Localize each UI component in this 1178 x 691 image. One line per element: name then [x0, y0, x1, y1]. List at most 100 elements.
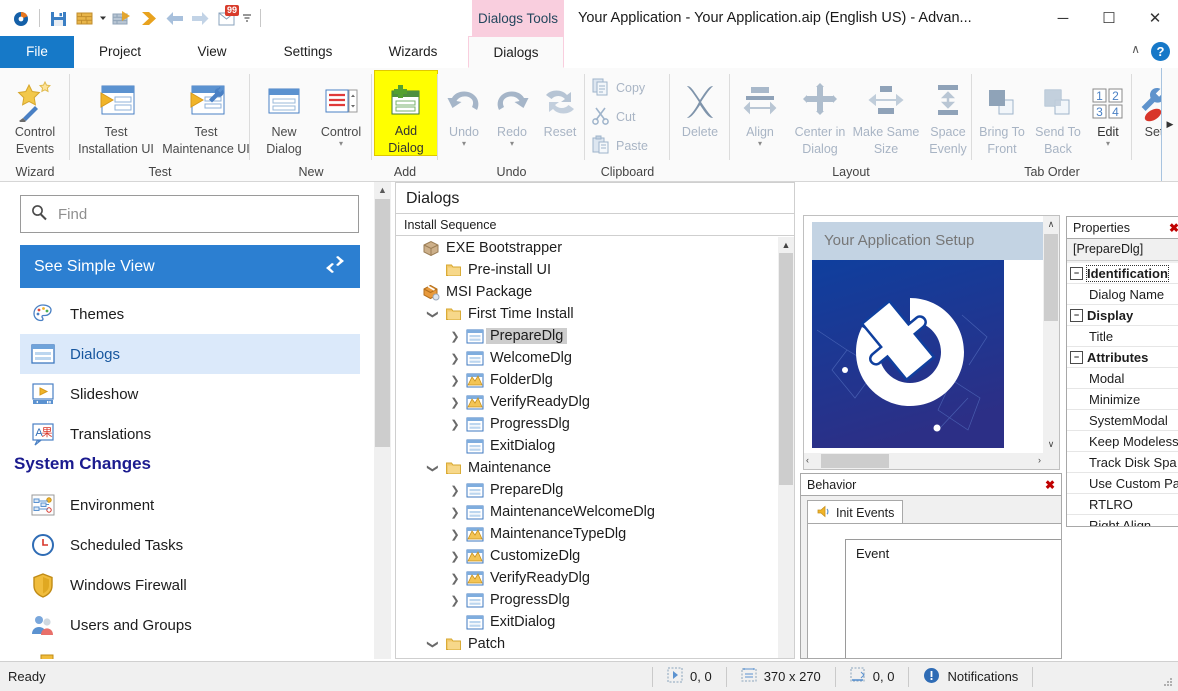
tree-expander-collapsed-icon[interactable]: ❯: [446, 418, 464, 431]
undo-dropdown-caret[interactable]: ▾: [440, 139, 488, 148]
collapse-minus-icon[interactable]: −: [1070, 266, 1083, 280]
find-box[interactable]: [20, 195, 359, 233]
tree-expander-collapsed-icon[interactable]: ❯: [446, 594, 464, 607]
run-icon[interactable]: [135, 4, 161, 32]
tree-node[interactable]: ❯ PrepareDlg: [396, 479, 794, 501]
tree-expander-collapsed-icon[interactable]: ❯: [446, 330, 464, 343]
property-row[interactable]: RTLRO: [1067, 494, 1178, 515]
tree-expander-collapsed-icon[interactable]: ❯: [446, 528, 464, 541]
behavior-close-icon[interactable]: ✖: [1045, 478, 1055, 492]
qat-more-caret[interactable]: [239, 4, 255, 32]
sidebar-scroll-track[interactable]: [375, 464, 390, 659]
preview-v-thumb[interactable]: [1044, 234, 1058, 321]
tree-scrollbar[interactable]: ▲: [778, 237, 794, 658]
cut-button[interactable]: Cut: [591, 105, 635, 129]
back-icon[interactable]: [161, 4, 187, 32]
tree-node[interactable]: ❯ Patch: [396, 633, 794, 655]
tree-node[interactable]: ExitDialog: [396, 435, 794, 457]
property-row[interactable]: Dialog Name: [1067, 284, 1178, 305]
tree-node[interactable]: ❯ VerifyReadyDlg: [396, 567, 794, 589]
control-button[interactable]: Control ▾: [312, 72, 370, 148]
build-all-icon[interactable]: [109, 4, 135, 32]
sidebar-item-users-and-groups[interactable]: Users and Groups: [20, 605, 360, 645]
preview-scroll-down-arrow[interactable]: ∨: [1043, 439, 1059, 450]
tree-expander-collapsed-icon[interactable]: ❯: [446, 572, 464, 585]
preview-vertical-scrollbar[interactable]: ∧ ∨: [1043, 216, 1059, 453]
tree-node[interactable]: ❯ Maintenance: [396, 457, 794, 479]
delete-button[interactable]: Delete: [670, 72, 730, 139]
tree-node[interactable]: ❯ PrepareDlg: [396, 325, 794, 347]
tree-expander-collapsed-icon[interactable]: ❯: [446, 396, 464, 409]
tree-scroll-thumb[interactable]: [779, 253, 793, 485]
property-row[interactable]: Track Disk Spa: [1067, 452, 1178, 473]
sidebar-item-windows-firewall[interactable]: Windows Firewall: [20, 565, 360, 605]
tree-node[interactable]: ❯ VerifyReadyDlg: [396, 391, 794, 413]
see-simple-view-button[interactable]: See Simple View: [20, 245, 360, 288]
paste-button[interactable]: Paste: [591, 134, 648, 158]
copy-button[interactable]: Copy: [591, 76, 645, 100]
build-dropdown-caret[interactable]: [97, 4, 109, 32]
preview-h-thumb[interactable]: [821, 454, 889, 468]
tab-dialogs[interactable]: Dialogs: [468, 36, 564, 68]
property-row[interactable]: Right Align: [1067, 515, 1178, 527]
property-row[interactable]: Use Custom Pa: [1067, 473, 1178, 494]
property-row[interactable]: Title: [1067, 326, 1178, 347]
sidebar-item-slideshow[interactable]: Slideshow: [20, 374, 360, 414]
minimize-button[interactable]: ─: [1040, 0, 1086, 36]
sidebar-item-translations[interactable]: A 果 Translations: [20, 414, 360, 454]
save-icon[interactable]: [45, 4, 71, 32]
tree-scroll-up-arrow[interactable]: ▲: [778, 237, 794, 253]
tree-node[interactable]: ❯ First Time Install: [396, 303, 794, 325]
space-evenly-button[interactable]: Space Evenly: [920, 72, 976, 156]
tree-node[interactable]: ExitDialog: [396, 611, 794, 633]
tree-node[interactable]: ❯ CustomizeDlg: [396, 545, 794, 567]
help-icon[interactable]: ?: [1151, 42, 1170, 61]
tab-order-edit-caret[interactable]: ▾: [1086, 139, 1130, 148]
redo-button[interactable]: Redo ▾: [488, 72, 536, 148]
sidebar-item-com[interactable]: COM: [20, 645, 360, 659]
tab-order-edit-button[interactable]: 1 2 3 4 Edit ▾: [1086, 72, 1130, 148]
tree-expander-collapsed-icon[interactable]: ❯: [446, 506, 464, 519]
preview-scroll-right-arrow[interactable]: ›: [1038, 455, 1041, 465]
status-notifications[interactable]: Notifications: [909, 667, 1032, 687]
dialogs-tree[interactable]: EXE Bootstrapper Pre-install UI MSI Packag…: [396, 237, 794, 658]
tree-expander-collapsed-icon[interactable]: ❯: [446, 374, 464, 387]
tree-node[interactable]: ❯ WelcomeDlg: [396, 347, 794, 369]
property-group-row[interactable]: − Identification: [1067, 263, 1178, 284]
preview-horizontal-scrollbar[interactable]: ‹ ›: [804, 453, 1059, 469]
search-input[interactable]: [56, 204, 350, 224]
test-installation-ui-button[interactable]: Test Installation UI: [72, 72, 160, 156]
tree-node[interactable]: ❯ ProgressDlg: [396, 413, 794, 435]
property-group-row[interactable]: − Display: [1067, 305, 1178, 326]
tab-init-events[interactable]: Init Events: [807, 500, 904, 524]
reset-button[interactable]: Reset: [536, 72, 584, 139]
app-logo-icon[interactable]: [8, 4, 34, 32]
tree-node[interactable]: ❯ MaintenanceTypeDlg: [396, 523, 794, 545]
control-events-button[interactable]: Control Events: [0, 72, 70, 156]
tab-view[interactable]: View: [166, 36, 258, 68]
tab-file[interactable]: File: [0, 36, 74, 68]
tree-node[interactable]: MSI Package: [396, 281, 794, 303]
resize-grip-icon[interactable]: [1162, 676, 1174, 688]
tree-expander-expanded-icon[interactable]: ❯: [427, 635, 440, 653]
notifications-icon[interactable]: 99: [213, 4, 239, 32]
tree-node[interactable]: ❯ FolderDlg: [396, 369, 794, 391]
preview-scroll-up-arrow[interactable]: ∧: [1043, 216, 1059, 230]
make-same-size-button[interactable]: Make Same Size: [852, 72, 920, 156]
preview-scroll-left-arrow[interactable]: ‹: [806, 455, 809, 465]
tab-settings[interactable]: Settings: [258, 36, 358, 68]
close-button[interactable]: ✕: [1132, 0, 1178, 36]
center-in-dialog-button[interactable]: Center in Dialog: [788, 72, 852, 156]
sidebar-item-dialogs[interactable]: Dialogs: [20, 334, 360, 374]
dialog-preview-pane[interactable]: Your Application Setup ∧ ∨ ‹ ›: [803, 215, 1060, 470]
bring-to-front-button[interactable]: Bring To Front: [974, 72, 1030, 156]
event-grid[interactable]: Event: [845, 539, 1061, 658]
new-dialog-button[interactable]: New Dialog: [256, 72, 312, 156]
undo-button[interactable]: Undo ▾: [440, 72, 488, 148]
property-row[interactable]: Keep Modeless: [1067, 431, 1178, 452]
sidebar-scroll-thumb[interactable]: [375, 199, 390, 447]
sidebar-item-themes[interactable]: Themes: [20, 294, 360, 334]
forward-icon[interactable]: [187, 4, 213, 32]
property-row[interactable]: SystemModal: [1067, 410, 1178, 431]
sidebar-scroll-up-arrow[interactable]: ▲: [374, 182, 391, 199]
